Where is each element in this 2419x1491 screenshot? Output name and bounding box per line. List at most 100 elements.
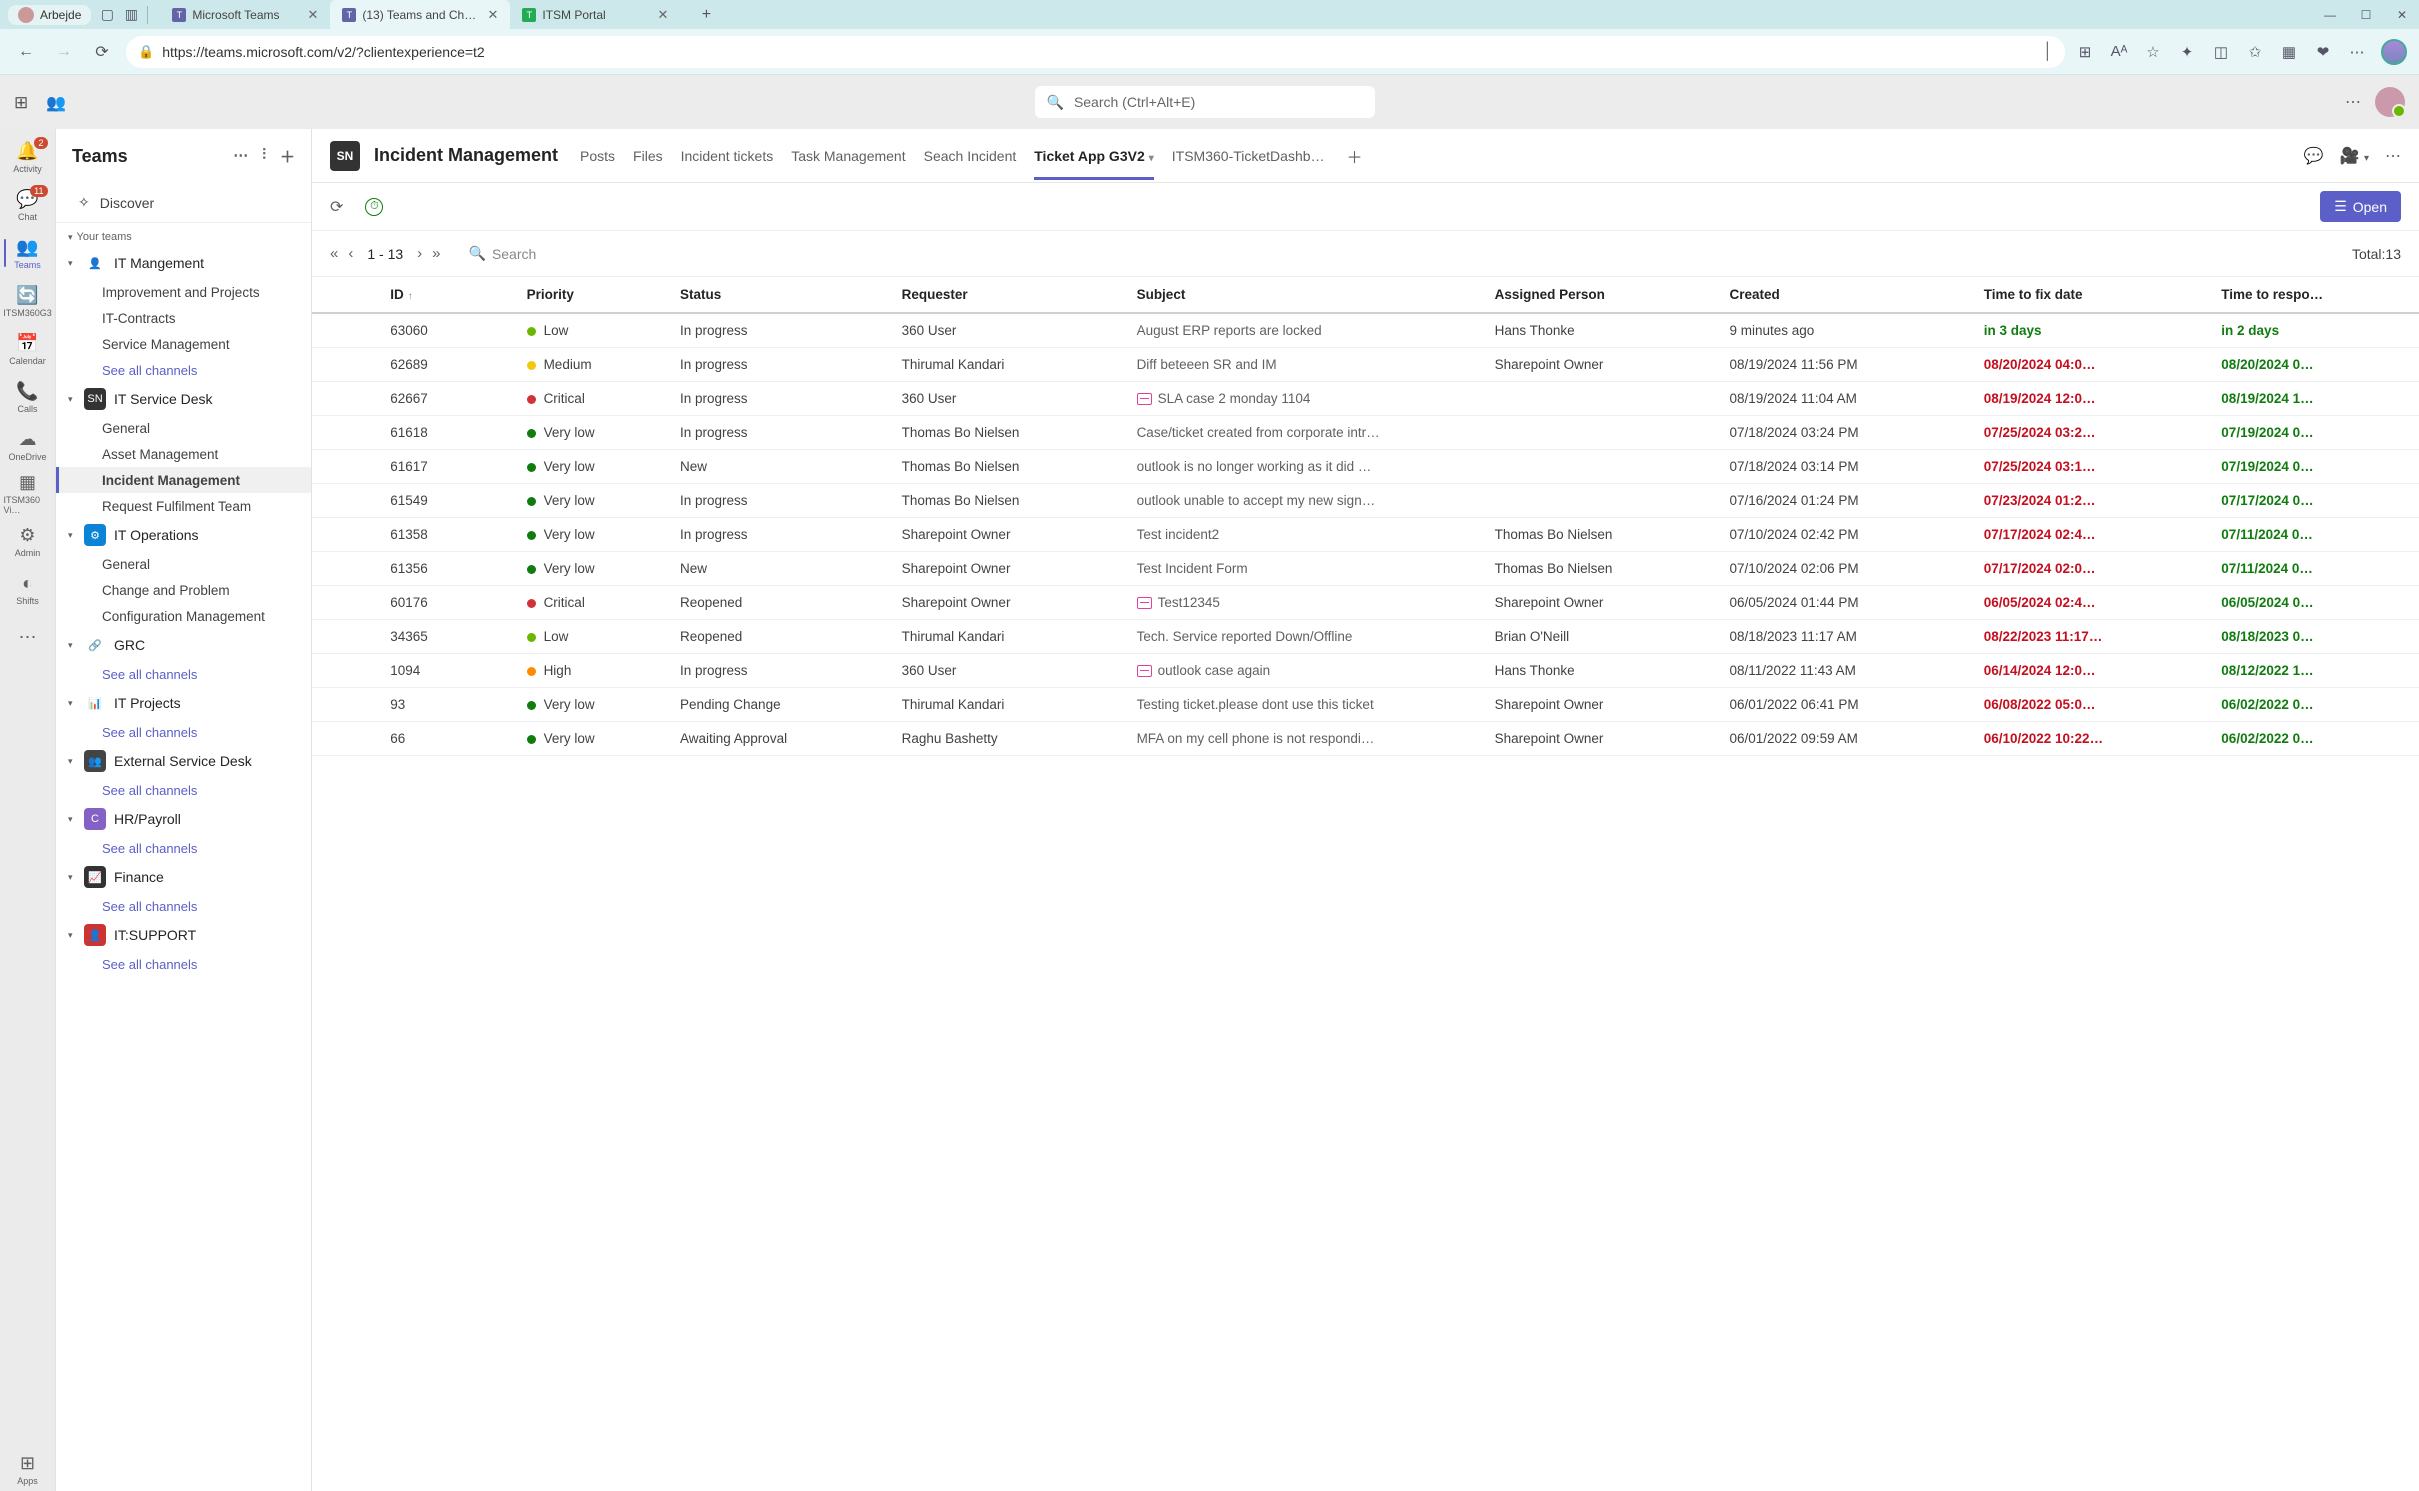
- team-row[interactable]: ▾🔗GRC: [56, 629, 311, 661]
- inline-search[interactable]: 🔍 Search: [469, 245, 537, 262]
- user-avatar[interactable]: [2375, 87, 2405, 117]
- team-row[interactable]: ▾CHR/Payroll: [56, 803, 311, 835]
- channel-tab[interactable]: Seach Incident: [924, 132, 1017, 180]
- see-all-channels[interactable]: See all channels: [56, 357, 311, 383]
- rail-item-teams[interactable]: 👥Teams: [4, 231, 52, 275]
- first-page-button[interactable]: «: [330, 245, 338, 262]
- rail-item-itsm360g3[interactable]: 🔄ITSM360G3: [4, 279, 52, 323]
- channel-row[interactable]: General: [56, 415, 311, 441]
- browser-profile-avatar[interactable]: [2381, 39, 2407, 65]
- browser-tab[interactable]: T(13) Teams and Channels | Incide✕: [330, 0, 510, 29]
- table-row[interactable]: 63060LowIn progress360 UserAugust ERP re…: [312, 313, 2419, 348]
- table-row[interactable]: 93Very lowPending ChangeThirumal Kandari…: [312, 688, 2419, 722]
- team-row[interactable]: ▾📊IT Projects: [56, 687, 311, 719]
- back-button[interactable]: ←: [12, 38, 40, 66]
- see-all-channels[interactable]: See all channels: [56, 661, 311, 687]
- team-row[interactable]: ▾SNIT Service Desk: [56, 383, 311, 415]
- rail-item-calls[interactable]: 📞Calls: [4, 375, 52, 419]
- add-tab-button[interactable]: ＋: [1347, 144, 1363, 168]
- create-team-icon[interactable]: ＋: [280, 146, 295, 167]
- filter-icon[interactable]: ⫶: [262, 146, 266, 167]
- channel-row[interactable]: Configuration Management: [56, 603, 311, 629]
- table-row[interactable]: 62689MediumIn progressThirumal KandariDi…: [312, 348, 2419, 382]
- table-row[interactable]: 61549Very lowIn progressThomas Bo Nielse…: [312, 484, 2419, 518]
- next-page-button[interactable]: ›: [417, 245, 422, 262]
- rail-item-chat[interactable]: 💬Chat11: [4, 183, 52, 227]
- table-row[interactable]: 60176CriticalReopenedSharepoint OwnerTes…: [312, 586, 2419, 620]
- forward-button[interactable]: →: [50, 38, 78, 66]
- open-button[interactable]: ☰ Open: [2320, 191, 2401, 222]
- team-row[interactable]: ▾👤IT Mangement: [56, 247, 311, 279]
- rail-item-shifts[interactable]: ◐Shifts: [4, 567, 52, 611]
- column-header[interactable]: Time to respo…: [2211, 277, 2419, 313]
- table-row[interactable]: 1094HighIn progress360 Useroutlook case …: [312, 654, 2419, 688]
- table-row[interactable]: 61617Very lowNewThomas Bo Nielsenoutlook…: [312, 450, 2419, 484]
- team-row[interactable]: ▾📈Finance: [56, 861, 311, 893]
- channel-tab[interactable]: Files: [633, 132, 663, 180]
- channel-row[interactable]: Incident Management: [56, 467, 311, 493]
- channel-tab[interactable]: Incident tickets: [681, 132, 774, 180]
- refresh-button[interactable]: ⟳: [88, 38, 116, 66]
- more-options-icon[interactable]: ⋯: [2345, 92, 2361, 112]
- table-row[interactable]: 61356Very lowNewSharepoint OwnerTest Inc…: [312, 552, 2419, 586]
- favorites-bar-icon[interactable]: ✩: [2245, 42, 2265, 62]
- rail-more[interactable]: ⋯: [4, 615, 52, 659]
- table-wrap[interactable]: ID↑PriorityStatusRequesterSubjectAssigne…: [312, 277, 2419, 1491]
- refresh-list-button[interactable]: ⟳: [330, 197, 343, 217]
- channel-tab[interactable]: Posts: [580, 132, 615, 180]
- team-row[interactable]: ▾👤IT:SUPPORT: [56, 919, 311, 951]
- channel-row[interactable]: Asset Management: [56, 441, 311, 467]
- see-all-channels[interactable]: See all channels: [56, 893, 311, 919]
- more-channel-icon[interactable]: ⋯: [2385, 146, 2401, 166]
- apps-icon[interactable]: ⊞: [2075, 42, 2095, 62]
- team-row[interactable]: ▾👥External Service Desk: [56, 745, 311, 777]
- column-header[interactable]: Subject: [1127, 277, 1485, 313]
- rail-item-admin[interactable]: ⚙Admin: [4, 519, 52, 563]
- profile-switcher[interactable]: Arbejde: [8, 5, 91, 25]
- channel-row[interactable]: Request Fulfilment Team: [56, 493, 311, 519]
- app-launcher-icon[interactable]: ⊞: [14, 93, 32, 111]
- extensions-icon[interactable]: ✦: [2177, 42, 2197, 62]
- rail-item-onedrive[interactable]: ☁OneDrive: [4, 423, 52, 467]
- meet-icon[interactable]: 🎥 ▾: [2340, 146, 2369, 166]
- column-header[interactable]: ID↑: [380, 277, 516, 313]
- channel-row[interactable]: General: [56, 551, 311, 577]
- column-header[interactable]: Priority: [517, 277, 670, 313]
- close-tab-icon[interactable]: ✕: [307, 7, 318, 23]
- discover-row[interactable]: ✧ Discover: [56, 183, 311, 223]
- column-header[interactable]: Status: [670, 277, 892, 313]
- browser-tab[interactable]: TMicrosoft Teams✕: [160, 0, 330, 29]
- table-row[interactable]: 62667CriticalIn progress360 UserSLA case…: [312, 382, 2419, 416]
- close-window-button[interactable]: ✕: [2393, 8, 2411, 22]
- channel-row[interactable]: IT-Contracts: [56, 305, 311, 331]
- last-page-button[interactable]: »: [432, 245, 440, 262]
- read-aloud-icon[interactable]: Aᴬ: [2109, 42, 2129, 62]
- prev-page-button[interactable]: ‹: [348, 245, 353, 262]
- column-header[interactable]: Requester: [892, 277, 1127, 313]
- rail-apps[interactable]: ⊞Apps: [4, 1447, 52, 1491]
- see-all-channels[interactable]: See all channels: [56, 719, 311, 745]
- column-header[interactable]: Created: [1720, 277, 1974, 313]
- workspaces-icon[interactable]: ▢: [99, 7, 115, 23]
- channel-tab[interactable]: ITSM360-TicketDashb…: [1172, 132, 1325, 180]
- browser-tab[interactable]: TITSM Portal✕: [510, 0, 680, 29]
- chat-panel-icon[interactable]: 💬: [2304, 146, 2324, 166]
- see-all-channels[interactable]: See all channels: [56, 951, 311, 977]
- see-all-channels[interactable]: See all channels: [56, 835, 311, 861]
- column-header[interactable]: Time to fix date: [1974, 277, 2212, 313]
- browser-essentials-icon[interactable]: ❤: [2313, 42, 2333, 62]
- new-tab-button[interactable]: +: [692, 6, 720, 24]
- see-all-channels[interactable]: See all channels: [56, 777, 311, 803]
- rail-item-calendar[interactable]: 📅Calendar: [4, 327, 52, 371]
- tab-actions-icon[interactable]: ▥: [123, 7, 139, 23]
- address-bar[interactable]: 🔒 https://teams.microsoft.com/v2/?client…: [126, 36, 2065, 68]
- history-button[interactable]: ⏱: [365, 198, 383, 216]
- teams-search-box[interactable]: 🔍 Search (Ctrl+Alt+E): [1035, 86, 1375, 118]
- team-row[interactable]: ▾⚙IT Operations: [56, 519, 311, 551]
- channel-row[interactable]: Change and Problem: [56, 577, 311, 603]
- channel-row[interactable]: Service Management: [56, 331, 311, 357]
- table-row[interactable]: 61618Very lowIn progressThomas Bo Nielse…: [312, 416, 2419, 450]
- collections-icon[interactable]: ▦: [2279, 42, 2299, 62]
- table-row[interactable]: 61358Very lowIn progressSharepoint Owner…: [312, 518, 2419, 552]
- minimize-button[interactable]: —: [2321, 8, 2339, 22]
